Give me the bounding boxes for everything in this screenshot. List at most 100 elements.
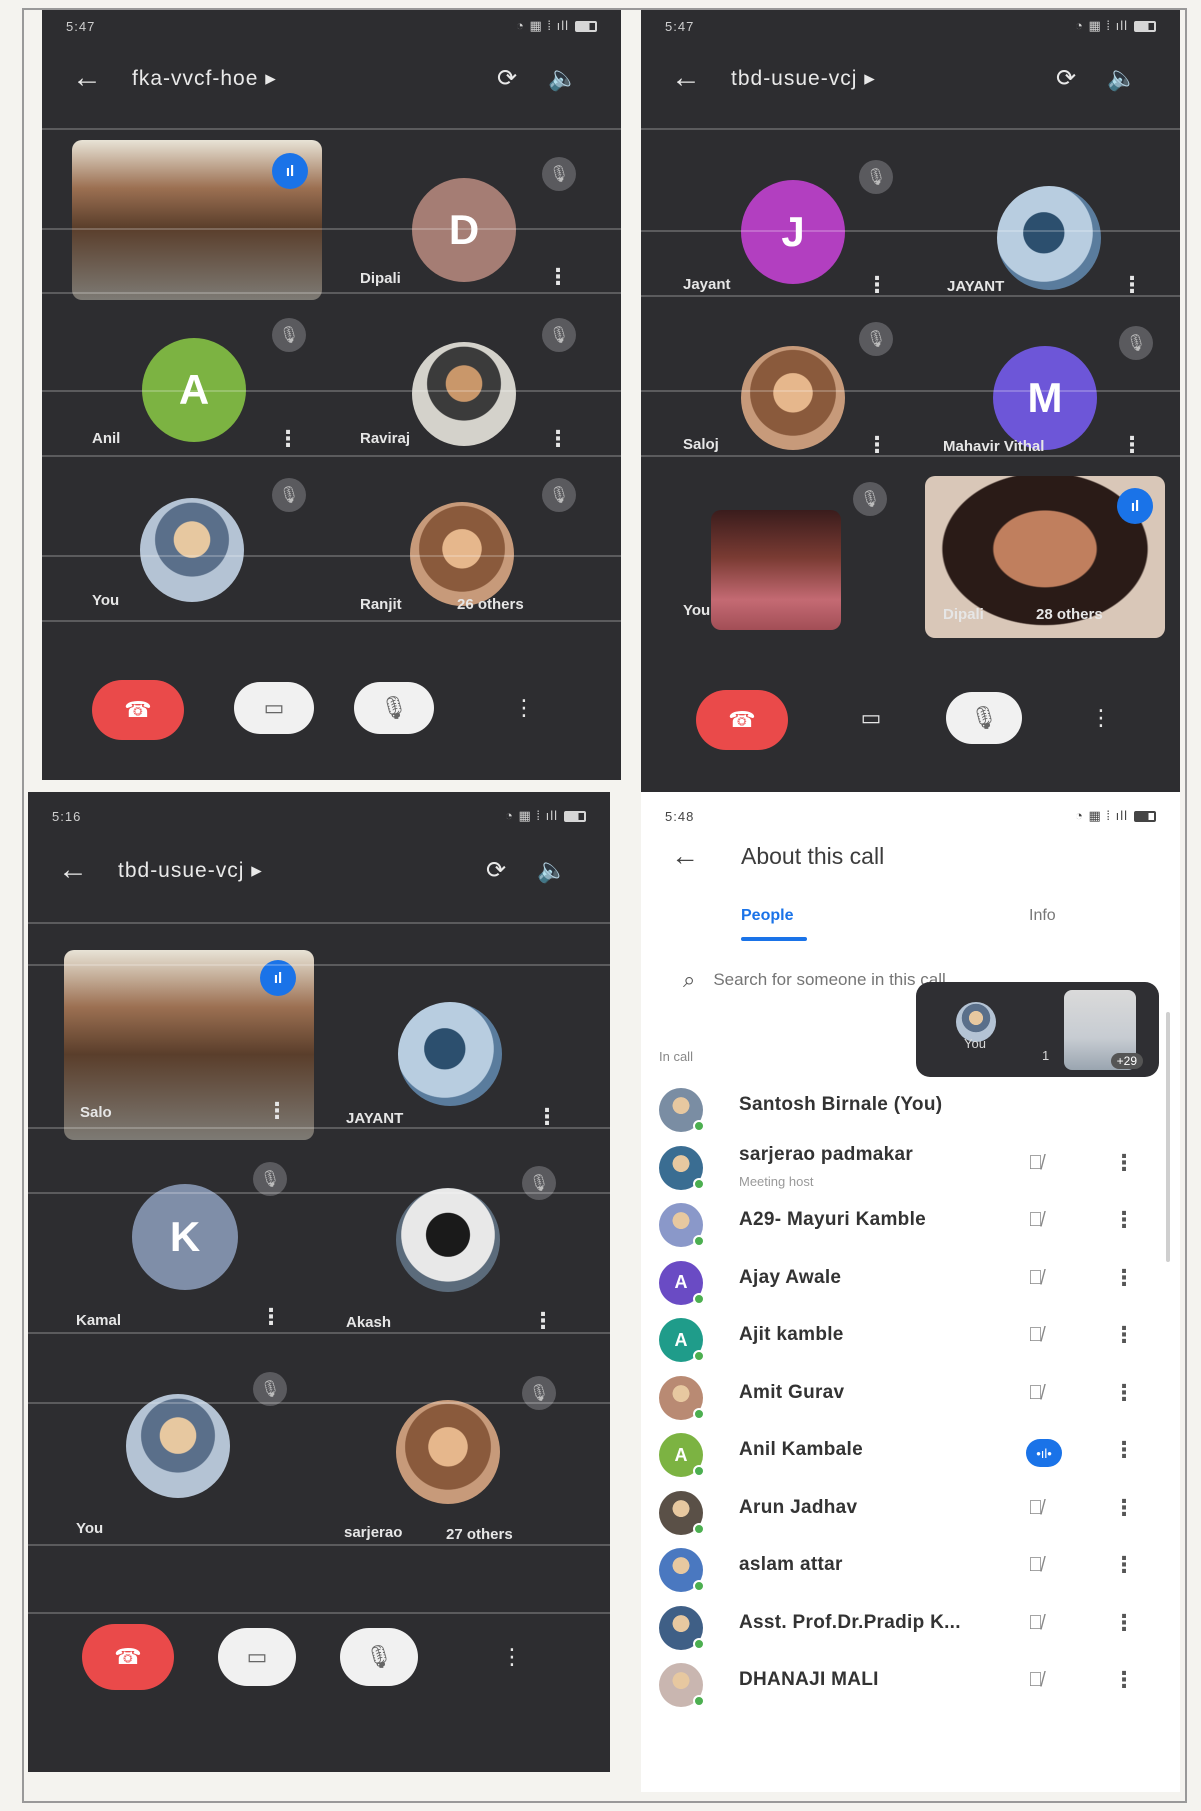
scan-line <box>42 455 621 457</box>
call-screen-bottom-left: 5:16 ◔ ▦ ⁞ ıll ← tbd-usue-vcj ▸ ⟳ 🔈 ıl S… <box>28 792 610 1772</box>
more-options-icon[interactable]: ⋮ <box>547 426 569 452</box>
status-icons: ◔ ▦ ⁞ ıll <box>516 18 597 34</box>
participant-name: Anil Kambale <box>739 1439 863 1460</box>
more-options-icon[interactable]: ⋮ <box>1113 1667 1135 1693</box>
participant-avatar-photo <box>396 1400 500 1504</box>
participant-name: JAYANT <box>346 1110 404 1127</box>
participant-name: A29- Mayuri Kamble <box>739 1209 927 1230</box>
participant-avatar-photo <box>140 498 244 602</box>
scan-line <box>28 1332 610 1334</box>
participant-row[interactable]: Asst. Prof.Dr.Pradip K... 🎙̸ ⋮ <box>641 1600 1180 1658</box>
battery-icon <box>564 810 586 822</box>
more-options-icon[interactable]: ⋮ <box>547 264 569 290</box>
more-options-icon[interactable]: ⋮ <box>1113 1437 1135 1463</box>
more-options-icon[interactable]: ⋮ <box>260 1304 282 1330</box>
mic-off-icon: 🎙̸ <box>1028 1324 1043 1346</box>
end-call-button[interactable]: ☎ <box>92 680 184 740</box>
participant-name: Mahavir Vithal <box>943 438 1045 455</box>
online-status-icon <box>693 1465 705 1477</box>
mic-off-icon: 🎙 <box>522 1376 556 1410</box>
more-options-icon[interactable]: ⋮ <box>1113 1322 1135 1348</box>
participant-row[interactable]: A Ajay Awale 🎙̸ ⋮ <box>641 1255 1180 1313</box>
end-call-button[interactable]: ☎ <box>696 690 788 750</box>
more-options-icon[interactable]: ⋮ <box>1113 1207 1135 1233</box>
speaking-indicator-icon: •ıl• <box>1026 1439 1062 1467</box>
mic-off-icon: 🎙 <box>253 1372 287 1406</box>
section-label: In call <box>659 1049 693 1064</box>
more-options-icon[interactable]: ⋮ <box>532 1308 554 1334</box>
participant-row[interactable]: Arun Jadhav 🎙̸ ⋮ <box>641 1485 1180 1543</box>
speaker-icon[interactable]: 🔈 <box>1094 64 1150 93</box>
participant-row[interactable]: DHANAJI MALI 🎙̸ ⋮ <box>641 1657 1180 1715</box>
participant-count-badge: +29 <box>1110 1053 1143 1069</box>
participant-row[interactable]: A29- Mayuri Kamble 🎙̸ ⋮ <box>641 1197 1180 1255</box>
participant-row[interactable]: sarjerao padmakar Meeting host 🎙̸ ⋮ <box>641 1140 1180 1198</box>
more-options-icon[interactable]: ⋮ <box>1113 1552 1135 1578</box>
scan-line <box>42 555 621 557</box>
participant-name: JAYANT <box>947 278 1005 295</box>
more-options-icon[interactable]: ⋮ <box>1113 1610 1135 1636</box>
participant-row[interactable]: A Ajit kamble 🎙̸ ⋮ <box>641 1312 1180 1370</box>
participant-name: You <box>683 602 711 619</box>
about-call-screen: 5:48 ◔ ▦ ⁞ ıll ← About this call People … <box>641 792 1180 1792</box>
meeting-code[interactable]: fka-vvcf-hoe ▸ <box>132 66 479 91</box>
tab-info[interactable]: Info <box>1029 907 1056 925</box>
speaking-indicator-icon: ıl <box>272 153 308 189</box>
participant-avatar-photo <box>997 186 1101 290</box>
scan-line <box>42 620 621 622</box>
more-options-icon[interactable]: ⋮ <box>1113 1265 1135 1291</box>
participant-name: Asst. Prof.Dr.Pradip K... <box>739 1611 961 1633</box>
more-options-icon[interactable]: ⋮ <box>266 1098 288 1124</box>
back-arrow-icon[interactable]: ← <box>671 840 731 872</box>
back-arrow-icon[interactable]: ← <box>671 61 731 95</box>
mic-off-button[interactable]: 🎙 <box>340 1628 418 1686</box>
more-options-icon[interactable]: ⋮ <box>277 426 299 452</box>
more-options-button[interactable]: ⋮ <box>504 682 544 734</box>
participant-row[interactable]: Santosh Birnale (You) <box>641 1082 1180 1140</box>
participant-name: Santosh Birnale (You) <box>739 1094 943 1115</box>
scrollbar[interactable] <box>1166 1012 1170 1262</box>
picture-in-picture-preview[interactable]: You 1 +29 <box>916 982 1159 1077</box>
participant-name: Arun Jadhav <box>739 1496 858 1518</box>
mic-off-button[interactable]: 🎙 <box>354 682 434 734</box>
participant-avatar: J <box>741 180 845 284</box>
mic-off-icon: 🎙 <box>522 1166 556 1200</box>
more-options-icon[interactable]: ⋮ <box>1113 1150 1135 1176</box>
participant-row[interactable]: A Anil Kambale •ıl• ⋮ <box>641 1427 1180 1485</box>
more-options-icon[interactable]: ⋮ <box>1113 1380 1135 1406</box>
participant-avatar: M <box>993 346 1097 450</box>
participant-name: Salo <box>80 1104 112 1121</box>
others-count: 28 others <box>1036 606 1103 623</box>
camera-button[interactable]: ▭ <box>841 692 901 744</box>
mic-off-icon: 🎙 <box>542 157 576 191</box>
switch-camera-icon[interactable]: ⟳ <box>1038 64 1094 93</box>
participant-row[interactable]: Amit Gurav 🎙̸ ⋮ <box>641 1370 1180 1428</box>
online-status-icon <box>693 1292 705 1305</box>
participant-name: Raviraj <box>360 430 411 447</box>
camera-off-button[interactable]: ▭ <box>218 1628 296 1686</box>
call-toolbar: ← tbd-usue-vcj ▸ ⟳ 🔈 <box>641 50 1180 106</box>
switch-camera-icon[interactable]: ⟳ <box>479 64 535 93</box>
speaker-icon[interactable]: 🔈 <box>535 64 591 93</box>
end-call-button[interactable]: ☎ <box>82 1624 174 1690</box>
others-count: 26 others <box>457 596 524 613</box>
meeting-code[interactable]: tbd-usue-vcj ▸ <box>118 858 468 883</box>
back-arrow-icon[interactable]: ← <box>72 61 132 95</box>
participant-name: Jayant <box>683 276 731 293</box>
more-options-button[interactable]: ⋮ <box>492 1628 532 1686</box>
more-options-button[interactable]: ⋮ <box>1081 692 1121 744</box>
meeting-code[interactable]: tbd-usue-vcj ▸ <box>731 66 1038 91</box>
mic-off-button[interactable]: 🎙 <box>946 692 1022 744</box>
back-arrow-icon[interactable]: ← <box>58 853 118 887</box>
switch-camera-icon[interactable]: ⟳ <box>468 856 524 885</box>
speaker-icon[interactable]: 🔈 <box>524 856 580 885</box>
participant-row[interactable]: aslam attar 🎙̸ ⋮ <box>641 1542 1180 1600</box>
page-title: About this call <box>741 842 885 869</box>
camera-off-button[interactable]: ▭ <box>234 682 314 734</box>
mic-off-icon: 🎙̸ <box>1028 1209 1043 1231</box>
participant-video[interactable] <box>711 510 841 630</box>
call-screen-top-left: 5:47 ◔ ▦ ⁞ ıll ← fka-vvcf-hoe ▸ ⟳ 🔈 ıl 🎙… <box>42 10 621 780</box>
more-options-icon[interactable]: ⋮ <box>1113 1495 1135 1521</box>
tab-people[interactable]: People <box>741 907 793 925</box>
status-bar: 5:47 ◔ ▦ ⁞ ıll <box>42 10 621 42</box>
